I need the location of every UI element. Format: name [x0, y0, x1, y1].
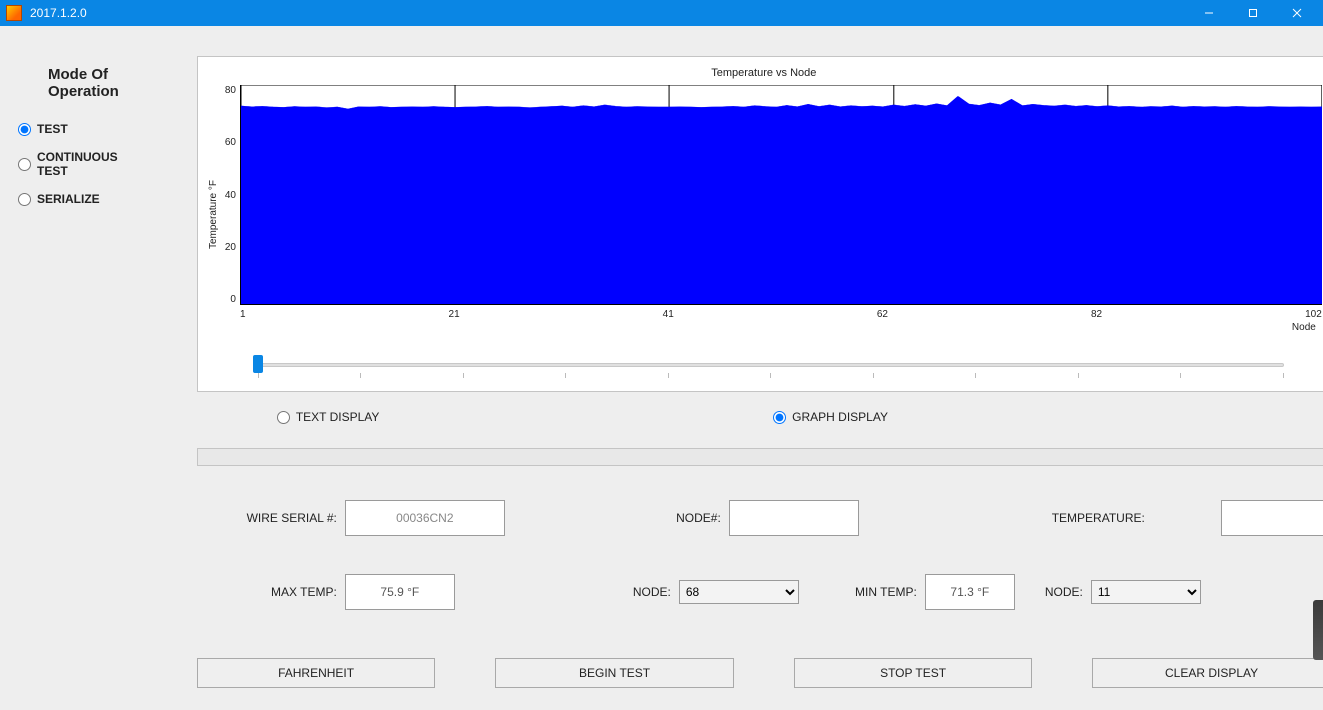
wire-serial-input: [345, 500, 505, 536]
mode-radio-continuous-input[interactable]: [18, 158, 31, 171]
minimize-button[interactable]: [1187, 0, 1231, 26]
chart-yticks: 80 60 40 20 0: [221, 85, 240, 305]
min-temp-node-select[interactable]: 11: [1091, 580, 1201, 604]
stop-test-button[interactable]: STOP TEST: [794, 658, 1033, 688]
min-temp-label: MIN TEMP:: [807, 585, 917, 599]
mode-radio-test[interactable]: TEST: [18, 122, 119, 136]
display-mode-text-label: TEXT DISPLAY: [296, 410, 380, 424]
progress-bar: [197, 448, 1323, 466]
min-temp-node-label: NODE:: [1023, 585, 1083, 599]
mode-radio-serialize[interactable]: SERIALIZE: [18, 192, 119, 206]
node-slider[interactable]: [258, 357, 1284, 375]
temperature-input[interactable]: [1221, 500, 1323, 536]
mode-radio-continuous[interactable]: CONTINUOUS TEST: [18, 150, 119, 178]
maximize-button[interactable]: [1231, 0, 1275, 26]
max-temp-node-label: NODE:: [561, 585, 671, 599]
begin-test-button[interactable]: BEGIN TEST: [495, 658, 734, 688]
temperature-label: TEMPERATURE:: [1015, 511, 1145, 525]
chart-xlabel: Node: [240, 320, 1322, 333]
app-icon: [6, 5, 22, 21]
mode-radio-test-label: TEST: [37, 122, 68, 136]
max-temp-input[interactable]: [345, 574, 455, 610]
display-mode-row: TEXT DISPLAY GRAPH DISPLAY: [197, 410, 1323, 424]
chart-plot-area: [240, 85, 1322, 305]
max-temp-node-select[interactable]: 68: [679, 580, 799, 604]
wire-serial-label: WIRE SERIAL #:: [197, 511, 337, 525]
mode-radio-test-input[interactable]: [18, 123, 31, 136]
unit-toggle-button[interactable]: FAHRENHEIT: [197, 658, 436, 688]
slider-thumb[interactable]: [253, 355, 263, 373]
sidebar: Mode Of Operation TEST CONTINUOUS TEST S…: [0, 26, 137, 710]
fields-row-1: WIRE SERIAL #: NODE#: TEMPERATURE:: [197, 500, 1323, 536]
action-button-row: FAHRENHEIT BEGIN TEST STOP TEST CLEAR DI…: [197, 658, 1323, 688]
main-panel: Temperature vs Node Temperature °F 80 60…: [137, 26, 1323, 710]
clear-display-button[interactable]: CLEAR DISPLAY: [1092, 658, 1323, 688]
mode-radio-continuous-label: CONTINUOUS TEST: [37, 150, 119, 178]
close-button[interactable]: [1275, 0, 1319, 26]
display-mode-text[interactable]: TEXT DISPLAY: [277, 410, 773, 424]
slider-track: [258, 363, 1284, 367]
window-title: 2017.1.2.0: [30, 6, 87, 20]
max-temp-label: MAX TEMP:: [197, 585, 337, 599]
node-num-label: NODE#:: [601, 511, 721, 525]
node-num-input[interactable]: [729, 500, 859, 536]
mode-radio-serialize-label: SERIALIZE: [37, 192, 100, 206]
side-widget[interactable]: [1313, 600, 1323, 660]
display-mode-graph[interactable]: GRAPH DISPLAY: [773, 410, 1311, 424]
mode-radio-serialize-input[interactable]: [18, 193, 31, 206]
slider-ticks: [258, 373, 1284, 379]
chart-svg: [241, 85, 1322, 304]
fields-row-2: MAX TEMP: NODE: 68 MIN TEMP: NODE: 11: [197, 574, 1323, 610]
title-bar: 2017.1.2.0: [0, 0, 1323, 26]
min-temp-input[interactable]: [925, 574, 1015, 610]
display-mode-text-input[interactable]: [277, 411, 290, 424]
chart-xticks: 1 21 41 62 82 102: [240, 305, 1322, 320]
sidebar-heading: Mode Of Operation: [48, 66, 119, 100]
chart-panel: Temperature vs Node Temperature °F 80 60…: [197, 56, 1323, 392]
chart-ylabel: Temperature °F: [206, 180, 221, 249]
chart-title: Temperature vs Node: [206, 67, 1322, 79]
display-mode-graph-label: GRAPH DISPLAY: [792, 410, 888, 424]
display-mode-graph-input[interactable]: [773, 411, 786, 424]
